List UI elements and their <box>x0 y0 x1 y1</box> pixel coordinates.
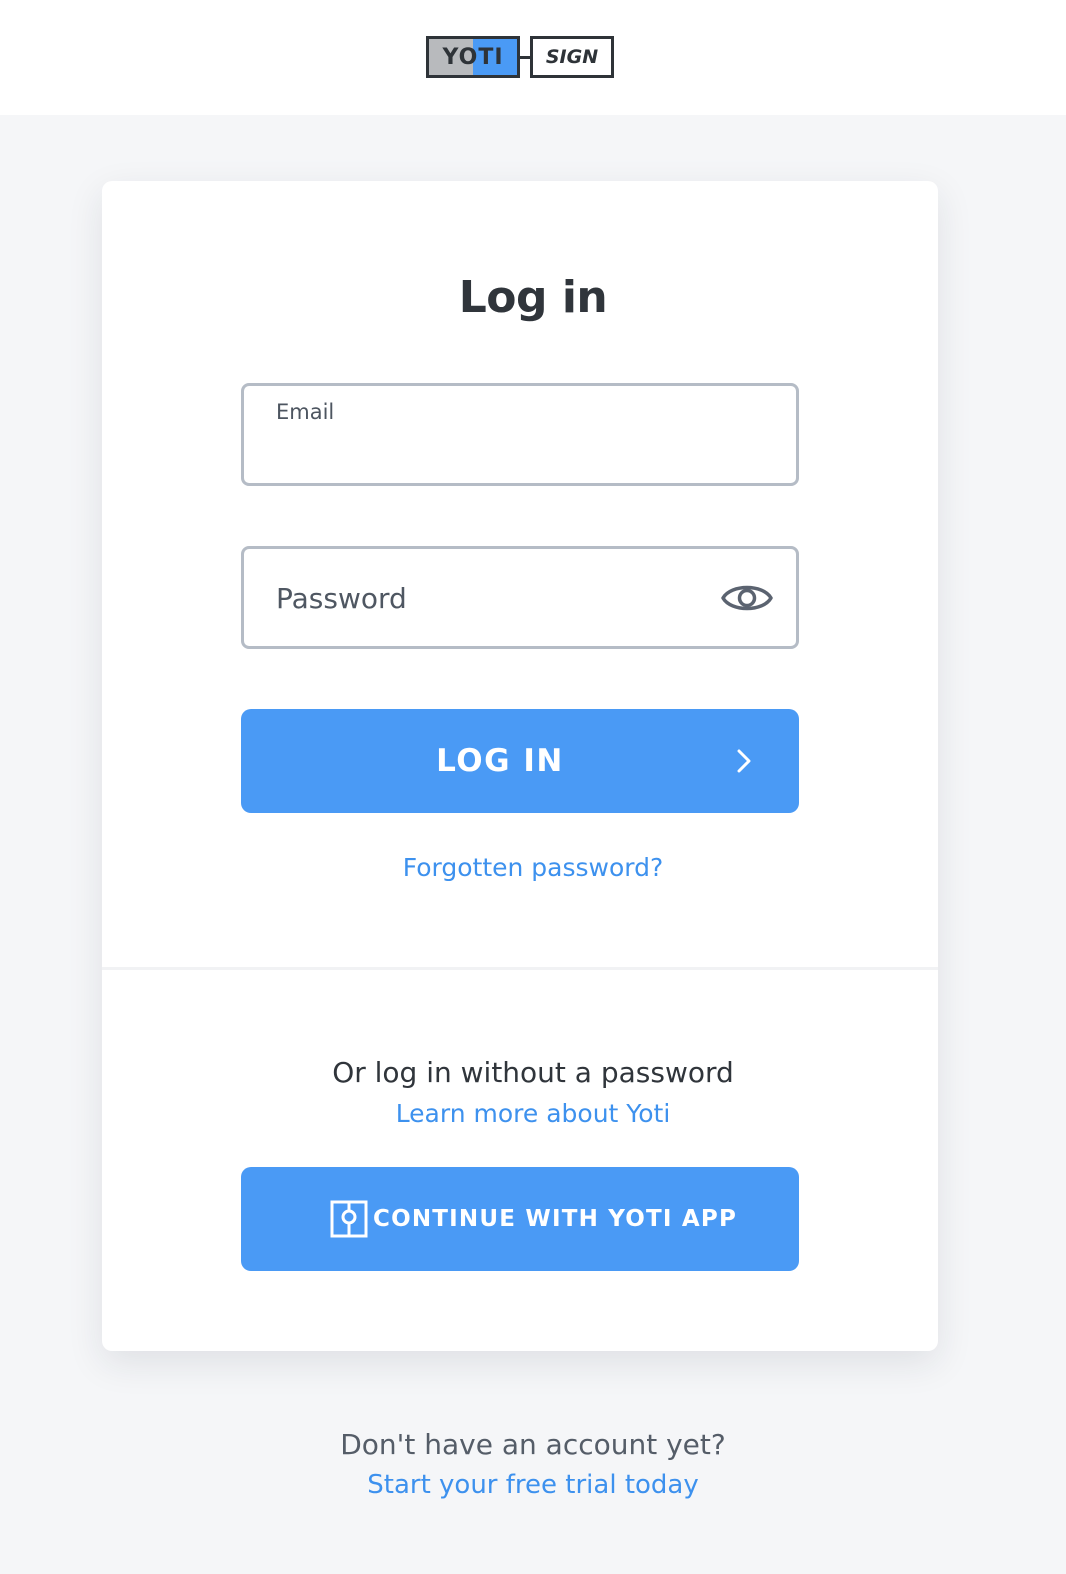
yoti-sign-logo[interactable]: YOTI SIGN <box>426 36 614 78</box>
passwordless-heading: Or log in without a password <box>332 1056 734 1089</box>
login-button-label: LOG IN <box>436 743 564 779</box>
chevron-right-icon <box>737 749 751 773</box>
yoti-app-icon <box>330 1200 368 1238</box>
password-field[interactable] <box>241 546 799 649</box>
email-input[interactable] <box>276 434 766 470</box>
email-label: Email <box>276 400 335 424</box>
section-divider <box>102 967 938 970</box>
login-button[interactable]: LOG IN <box>241 709 799 813</box>
forgot-password-link[interactable]: Forgotten password? <box>0 853 1066 882</box>
free-trial-link[interactable]: Start your free trial today <box>0 1470 1066 1500</box>
logo-product-text: SIGN <box>530 36 614 78</box>
yoti-button-label: CONTINUE WITH YOTI APP <box>373 1206 737 1232</box>
email-field[interactable]: Email <box>241 383 799 486</box>
logo-yoti-box: YOTI <box>426 36 520 78</box>
continue-with-yoti-button[interactable]: CONTINUE WITH YOTI APP <box>241 1167 799 1271</box>
password-input[interactable] <box>276 577 696 619</box>
page-title: Log in <box>458 272 608 323</box>
eye-icon[interactable] <box>720 579 774 617</box>
logo-connector <box>520 55 530 59</box>
learn-more-link[interactable]: Learn more about Yoti <box>0 1099 1066 1128</box>
header-bar: YOTI SIGN <box>0 0 1066 115</box>
no-account-text: Don't have an account yet? <box>340 1428 726 1461</box>
logo-brand-text: YOTI <box>442 44 504 70</box>
